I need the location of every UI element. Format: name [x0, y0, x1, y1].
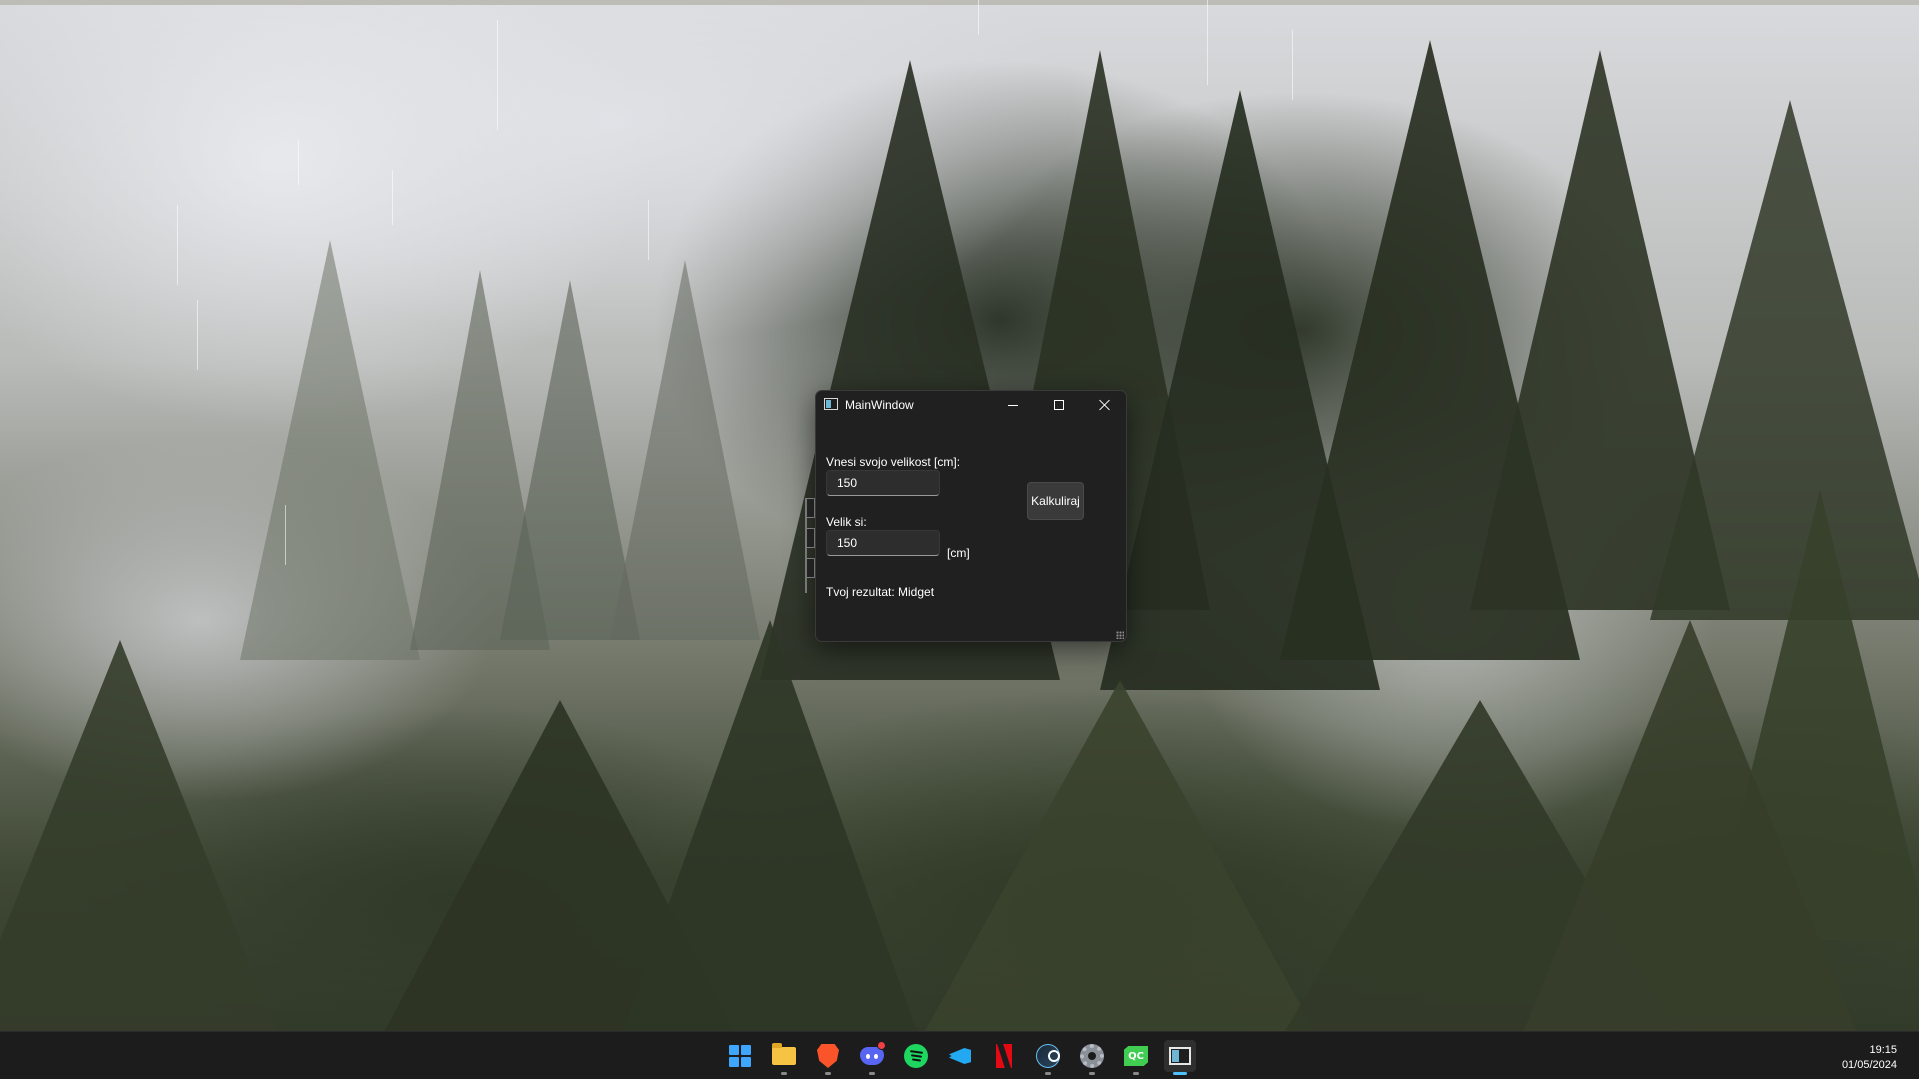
rain-streak: [197, 300, 198, 370]
title-bar[interactable]: MainWindow: [816, 391, 1126, 419]
rain-streak: [298, 140, 299, 185]
rain-streak: [392, 170, 393, 225]
window-title: MainWindow: [845, 398, 914, 412]
wallpaper-tree: [620, 620, 920, 1031]
running-indicator: [869, 1072, 875, 1075]
taskbar-steam[interactable]: [1032, 1040, 1064, 1075]
system-clock[interactable]: 19:15 01/05/2024: [1842, 1043, 1897, 1073]
running-indicator: [781, 1072, 787, 1075]
app-window-icon: [824, 398, 838, 410]
height-input[interactable]: [826, 470, 940, 496]
running-indicator: [1133, 1072, 1139, 1075]
main-window[interactable]: MainWindow Vnesi svojo velikost [cm]: Ve…: [815, 390, 1127, 642]
active-indicator: [1173, 1072, 1187, 1075]
maximize-icon: [1054, 400, 1064, 410]
taskbar: QC 19:15 01/05/2024: [0, 1031, 1919, 1079]
minimize-button[interactable]: [990, 391, 1036, 419]
brave-browser-icon: [817, 1044, 839, 1068]
output-field[interactable]: [826, 530, 940, 556]
rain-streak: [177, 205, 178, 285]
running-indicator: [1045, 1072, 1051, 1075]
calculate-button[interactable]: Kalkuliraj: [1027, 482, 1084, 520]
rain-streak: [285, 505, 286, 565]
wallpaper-tree: [920, 680, 1320, 1031]
taskbar-discord[interactable]: [856, 1040, 888, 1075]
start-icon: [729, 1045, 751, 1067]
unit-label: [cm]: [947, 546, 970, 560]
spotify-icon: [904, 1044, 928, 1068]
taskbar-netflix[interactable]: [988, 1040, 1020, 1072]
notification-badge: [877, 1041, 886, 1050]
result-label: Tvoj rezultat: Midget: [826, 585, 935, 599]
wallpaper-tree: [610, 260, 760, 640]
clock-time: 19:15: [1869, 1044, 1897, 1056]
maximize-button[interactable]: [1036, 391, 1082, 419]
window-edge-artifact: [805, 498, 815, 593]
running-indicator: [825, 1072, 831, 1075]
rain-streak: [1207, 0, 1208, 85]
taskbar-file-explorer[interactable]: [768, 1040, 800, 1075]
mainwindow-app-icon: [1169, 1047, 1191, 1065]
rain-streak: [648, 200, 649, 260]
close-button[interactable]: [1082, 391, 1126, 419]
wallpaper-tree: [240, 240, 420, 660]
vscode-icon: [949, 1045, 971, 1067]
taskbar-qt-creator[interactable]: QC: [1120, 1040, 1152, 1075]
wallpaper-tree: [1520, 620, 1860, 1031]
height-input-label: Vnesi svojo velikost [cm]:: [826, 455, 961, 469]
taskbar-mainwindow-app[interactable]: [1164, 1040, 1196, 1075]
clock-date: 01/05/2024: [1841, 1059, 1897, 1071]
steam-icon: [1036, 1044, 1060, 1068]
output-label: Velik si:: [826, 515, 867, 529]
resize-grip-icon[interactable]: [1116, 631, 1124, 639]
file-explorer-icon: [772, 1043, 796, 1065]
rain-streak: [978, 0, 979, 35]
taskbar-spotify[interactable]: [900, 1040, 932, 1072]
qt-creator-icon: QC: [1124, 1046, 1148, 1066]
netflix-icon: [996, 1044, 1012, 1068]
taskbar-settings[interactable]: [1076, 1040, 1108, 1075]
start-button[interactable]: [724, 1040, 756, 1072]
minimize-icon: [1008, 404, 1018, 406]
taskbar-brave[interactable]: [812, 1040, 844, 1075]
taskbar-vscode[interactable]: [944, 1040, 976, 1072]
wallpaper-tree: [0, 640, 280, 1031]
running-indicator: [1089, 1072, 1095, 1075]
top-edge-strip: [0, 0, 1919, 5]
settings-icon: [1080, 1044, 1104, 1068]
rain-streak: [1292, 30, 1293, 100]
close-icon: [1099, 399, 1111, 411]
rain-streak: [497, 20, 498, 130]
